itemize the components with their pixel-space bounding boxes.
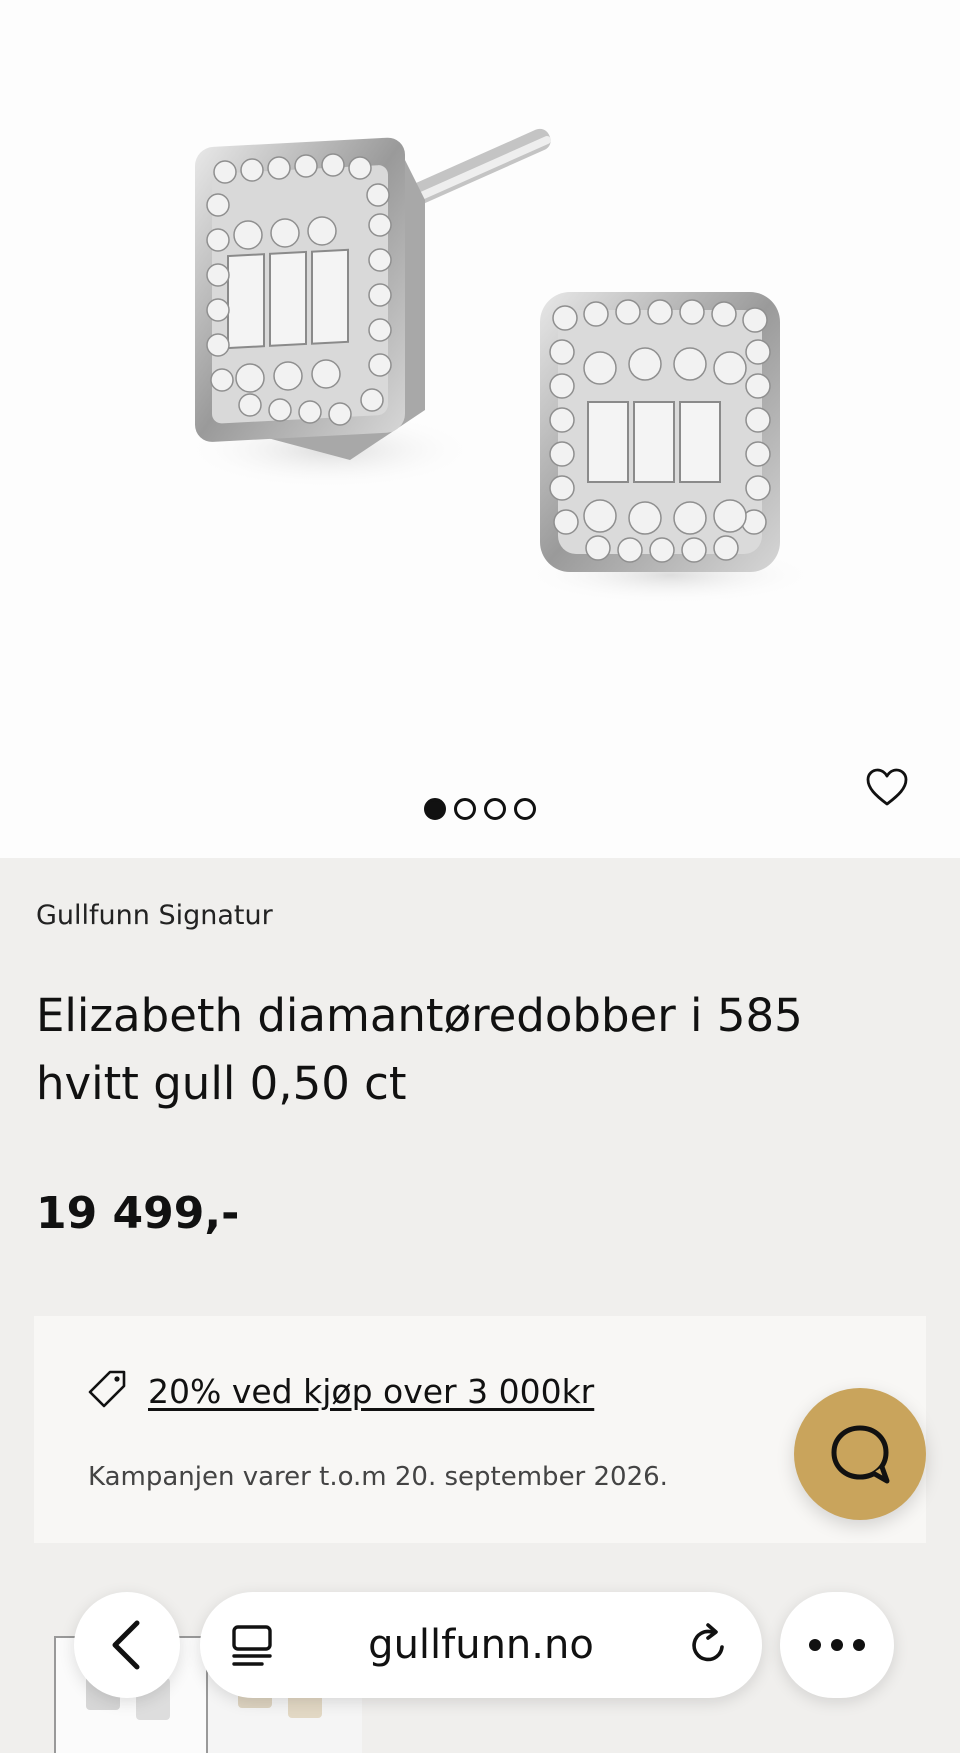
promo-banner: 20% ved kjøp over 3 000kr Kampanjen vare… [34, 1316, 926, 1543]
promo-link[interactable]: 20% ved kjøp over 3 000kr [148, 1372, 594, 1411]
chat-icon [831, 1425, 890, 1484]
address-bar[interactable]: gullfunn.no [200, 1592, 762, 1698]
carousel-dot-3[interactable] [484, 798, 506, 820]
url-text: gullfunn.no [368, 1622, 594, 1668]
browser-toolbar: gullfunn.no [0, 1580, 960, 1730]
carousel-dot-1[interactable] [424, 798, 446, 820]
reload-icon[interactable] [684, 1621, 732, 1669]
carousel-dots[interactable] [0, 798, 960, 820]
product-brand: Gullfunn Signatur [36, 900, 273, 931]
favorite-button[interactable] [862, 764, 912, 810]
product-image-carousel[interactable] [0, 0, 960, 858]
more-button[interactable] [780, 1592, 894, 1698]
more-icon [809, 1639, 865, 1651]
tag-icon [88, 1370, 126, 1408]
back-button[interactable] [74, 1592, 180, 1698]
back-arrow-icon [112, 1620, 140, 1670]
product-image [180, 128, 820, 605]
carousel-dot-2[interactable] [454, 798, 476, 820]
product-price: 19 499,- [36, 1188, 240, 1239]
promo-note: Kampanjen varer t.o.m 20. september 2026… [88, 1462, 668, 1492]
carousel-dot-4[interactable] [514, 798, 536, 820]
heart-icon [866, 768, 908, 806]
product-title: Elizabeth diamantøredobber i 585 hvitt g… [36, 989, 803, 1110]
chat-button[interactable] [794, 1388, 926, 1520]
